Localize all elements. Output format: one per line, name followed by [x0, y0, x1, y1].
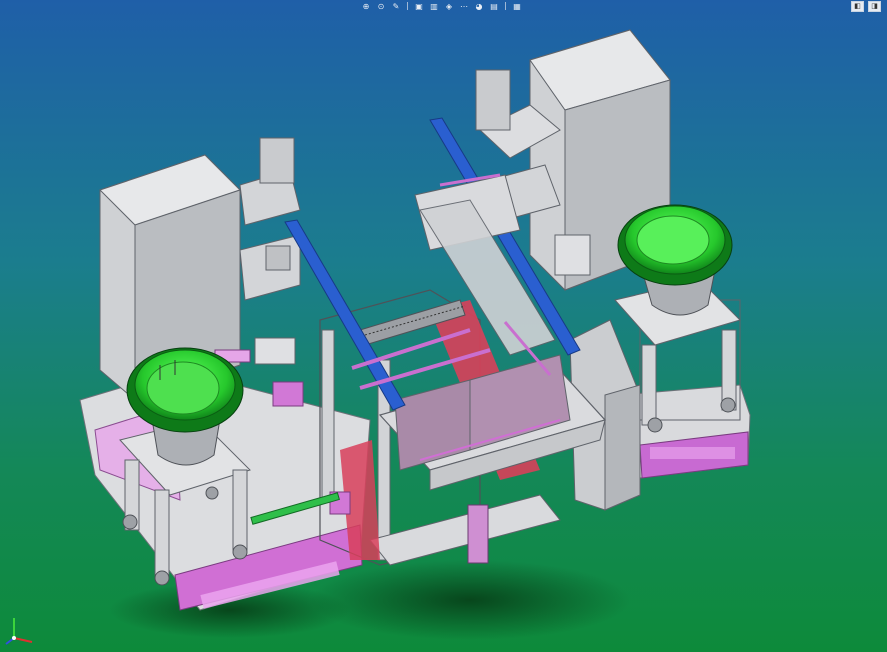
- ground-shadow: [310, 560, 630, 640]
- pan-icon[interactable]: ✎: [390, 1, 402, 11]
- view-settings-icon[interactable]: ▦: [511, 1, 523, 11]
- viewport-window-controls: ◧ ◨: [851, 1, 881, 12]
- hide-show-icon[interactable]: ⋯: [458, 1, 470, 11]
- toolbar-separator: [505, 2, 506, 10]
- appearance-icon[interactable]: ◕: [473, 1, 485, 11]
- scene-icon[interactable]: ▤: [488, 1, 500, 11]
- zoom-area-icon[interactable]: ⊙: [375, 1, 387, 11]
- toolbar-separator: [407, 2, 408, 10]
- maximize-icon[interactable]: ◨: [868, 1, 881, 12]
- view-orientation-icon[interactable]: ▣: [413, 1, 425, 11]
- section-view-icon[interactable]: ▥: [428, 1, 440, 11]
- heads-up-view-toolbar: ⊕ ⊙ ✎ ▣ ▥ ◈ ⋯ ◕ ▤ ▦: [360, 0, 523, 12]
- axis-triad-icon: [5, 618, 33, 645]
- zoom-to-fit-icon[interactable]: ⊕: [360, 1, 372, 11]
- cad-viewport[interactable]: ⊕ ⊙ ✎ ▣ ▥ ◈ ⋯ ◕ ▤ ▦ ◧ ◨: [0, 0, 887, 652]
- display-style-icon[interactable]: ◈: [443, 1, 455, 11]
- assembly-model[interactable]: [0, 0, 887, 652]
- restore-icon[interactable]: ◧: [851, 1, 864, 12]
